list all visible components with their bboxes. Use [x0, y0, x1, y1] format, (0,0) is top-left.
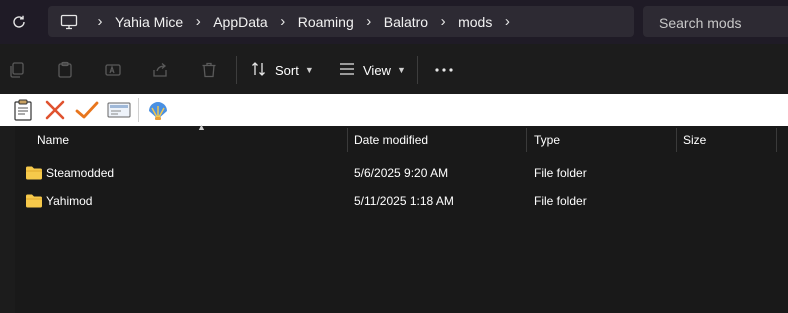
search-input[interactable] [657, 6, 786, 39]
file-date: 5/6/2025 9:20 AM [354, 166, 449, 180]
column-headers: ▲ Name Date modified Type Size [15, 122, 788, 154]
file-name[interactable]: Yahimod [46, 187, 92, 215]
folder-icon [26, 166, 42, 180]
divider [138, 98, 139, 122]
file-name[interactable]: Steamodded [46, 159, 114, 187]
delete-icon[interactable] [199, 60, 219, 80]
chevron-right-icon[interactable]: › [498, 13, 516, 30]
folder-icon [26, 194, 42, 208]
chevron-right-icon[interactable]: › [274, 13, 292, 30]
share-icon[interactable] [150, 60, 170, 80]
breadcrumb[interactable]: › Yahia Mice › AppData › Roaming › Balat… [48, 6, 634, 37]
search-box[interactable] [643, 6, 788, 39]
refresh-icon[interactable] [9, 12, 29, 32]
file-list-pane: ▲ Name Date modified Type Size Steamodde… [0, 122, 788, 313]
column-header-label: Name [37, 133, 70, 147]
sort-button[interactable]: Sort ▼ [251, 58, 314, 82]
copy-icon[interactable] [7, 60, 27, 80]
column-divider[interactable] [676, 128, 677, 152]
checkmark-icon[interactable] [75, 98, 99, 122]
column-divider[interactable] [526, 128, 527, 152]
column-header-date-modified[interactable]: Date modified [354, 126, 526, 154]
column-header-label: Date modified [354, 133, 429, 147]
column-header-label: Size [683, 133, 707, 147]
table-row[interactable]: Steamodded 5/6/2025 9:20 AM File folder [15, 159, 788, 187]
chevron-right-icon[interactable]: › [434, 13, 452, 30]
view-label: View [363, 62, 391, 78]
command-bar: Sort ▼ View ▼ [0, 44, 788, 96]
column-divider[interactable] [776, 128, 777, 152]
column-header-label: Type [534, 133, 561, 147]
chevron-right-icon[interactable]: › [189, 13, 207, 30]
view-button[interactable]: View ▼ [339, 58, 406, 82]
cancel-icon[interactable] [43, 98, 67, 122]
shell-icon[interactable] [146, 98, 170, 122]
rename-icon[interactable] [103, 60, 123, 80]
breadcrumb-item-appdata[interactable]: AppData [213, 14, 267, 30]
breadcrumb-item-yahia-mice[interactable]: Yahia Mice [115, 14, 183, 30]
chevron-right-icon[interactable]: › [360, 13, 378, 30]
card-icon[interactable] [107, 98, 131, 122]
more-options-icon[interactable] [432, 58, 456, 82]
column-divider[interactable] [347, 128, 348, 152]
clipboard-icon[interactable] [11, 98, 35, 122]
chevron-down-icon: ▼ [396, 65, 406, 75]
table-row[interactable]: Yahimod 5/11/2025 1:18 AM File folder [15, 187, 788, 215]
file-type: File folder [534, 194, 587, 208]
view-icon [339, 62, 355, 79]
file-type: File folder [534, 166, 587, 180]
column-header-type[interactable]: Type [534, 126, 676, 154]
breadcrumb-item-mods[interactable]: mods [458, 14, 492, 30]
divider [417, 56, 418, 84]
chevron-right-icon[interactable]: › [91, 13, 109, 30]
breadcrumb-item-balatro[interactable]: Balatro [384, 14, 428, 30]
sort-icon [251, 61, 267, 80]
chevron-down-icon: ▼ [304, 65, 314, 75]
breadcrumb-item-roaming[interactable]: Roaming [298, 14, 354, 30]
address-row: › Yahia Mice › AppData › Roaming › Balat… [0, 0, 788, 44]
paste-icon[interactable] [55, 60, 75, 80]
extension-toolbar [0, 94, 788, 126]
column-header-name[interactable]: Name [37, 126, 347, 154]
navigation-pane-edge [0, 126, 15, 313]
divider [236, 56, 237, 84]
file-date: 5/11/2025 1:18 AM [354, 194, 454, 208]
this-pc-icon[interactable] [59, 12, 79, 32]
sort-label: Sort [275, 62, 299, 78]
column-header-size[interactable]: Size [683, 126, 775, 154]
